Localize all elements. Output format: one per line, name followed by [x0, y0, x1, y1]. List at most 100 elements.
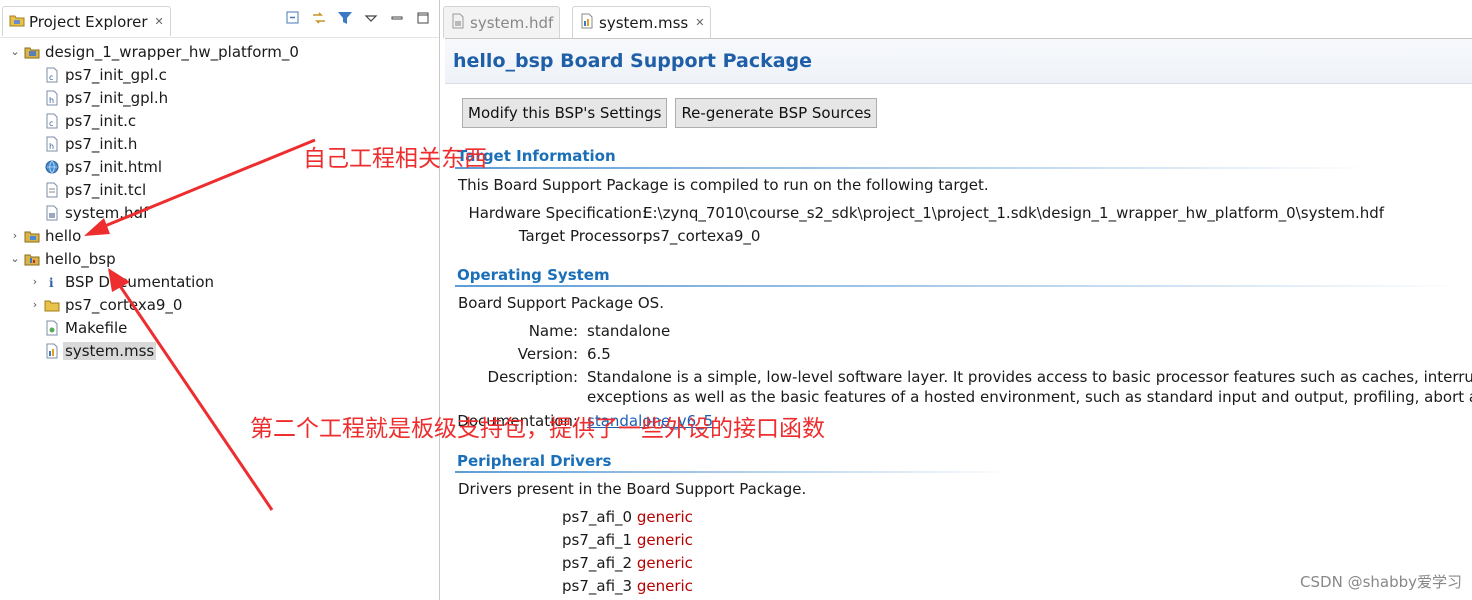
tree-item-label: BSP Documentation — [65, 272, 214, 291]
chevron-right-icon[interactable]: › — [28, 275, 42, 288]
modify-bsp-settings-button[interactable]: Modify this BSP's Settings — [462, 98, 668, 128]
chevron-right-icon[interactable]: › — [8, 229, 22, 242]
annotation-own-project: 自己工程相关东西 — [303, 146, 487, 172]
tree-item-label: ps7_init.tcl — [65, 180, 147, 199]
folder-icon — [44, 297, 60, 313]
section-divider — [455, 471, 1015, 473]
driver-peripheral-name: ps7_afi_0 — [562, 508, 633, 526]
tcl-file-icon — [44, 182, 60, 198]
bsp-actions: Modify this BSP's Settings Re-generate B… — [462, 98, 878, 128]
hw-spec-key: Hardware Specification: — [468, 204, 647, 222]
tree-item-label: Makefile — [65, 318, 128, 337]
tree-item[interactable]: Makefile — [0, 316, 439, 339]
tree-item-label: hello_bsp — [45, 249, 116, 268]
os-name-key: Name: — [528, 322, 578, 340]
hw-spec-value: E:\zynq_7010\course_s2_sdk\project_1\pro… — [643, 204, 1385, 222]
project-explorer-toolbar — [285, 10, 431, 26]
project-explorer-tab[interactable]: Project Explorer ✕ — [2, 6, 171, 36]
close-icon[interactable]: ✕ — [695, 16, 704, 29]
tree-item[interactable]: c ps7_init.c — [0, 109, 439, 132]
close-icon[interactable]: ✕ — [155, 15, 164, 28]
chevron-right-icon[interactable]: › — [28, 298, 42, 311]
hdf-file-icon — [44, 205, 60, 221]
tree-item[interactable]: h ps7_init_gpl.h — [0, 86, 439, 109]
tree-item[interactable]: › hello — [0, 224, 439, 247]
tree-item-label: ps7_init_gpl.h — [65, 88, 169, 107]
regenerate-bsp-sources-button[interactable]: Re-generate BSP Sources — [675, 98, 878, 128]
driver-name[interactable]: generic — [637, 554, 693, 572]
driver-row: ps7_afi_3 generic — [562, 577, 693, 595]
project-explorer-tab-label: Project Explorer — [29, 12, 148, 31]
bsp-project-icon — [24, 251, 40, 267]
tree-item[interactable]: › i BSP Documentation — [0, 270, 439, 293]
tab-label: system.mss — [599, 13, 689, 32]
target-processor-key: Target Processor: — [518, 227, 647, 245]
project-explorer-tabbar: Project Explorer ✕ — [0, 0, 439, 38]
os-name-value: standalone — [587, 322, 671, 340]
svg-text:c: c — [49, 73, 53, 82]
driver-name[interactable]: generic — [637, 531, 693, 549]
tree-item[interactable]: ⌄ design_1_wrapper_hw_platform_0 — [0, 40, 439, 63]
tree-item[interactable]: ps7_init.tcl — [0, 178, 439, 201]
svg-text:h: h — [49, 142, 54, 151]
os-description-line1: Standalone is a simple, low-level softwa… — [587, 368, 1472, 386]
annotation-bsp-explanation: 第二个工程就是板级支持包，提供了一些外设的接口函数 — [250, 416, 825, 442]
mss-file-icon — [44, 343, 60, 359]
tree-item[interactable]: system.hdf — [0, 201, 439, 224]
editor-area: system.hdf system.mss ✕ hello_bsp Board … — [441, 0, 1472, 600]
os-version-value: 6.5 — [587, 345, 611, 363]
os-intro: Board Support Package OS. — [458, 294, 664, 312]
hw-platform-project-icon — [24, 44, 40, 60]
chevron-down-icon[interactable]: ⌄ — [8, 45, 22, 58]
operating-system-heading: Operating System — [457, 266, 610, 284]
application-project-icon — [24, 228, 40, 244]
driver-row: ps7_afi_2 generic — [562, 554, 693, 572]
tree-item[interactable]: system.mss — [0, 339, 439, 362]
driver-peripheral-name: ps7_afi_3 — [562, 577, 633, 595]
tree-item-label: hello — [45, 226, 82, 245]
tree-item-label: ps7_init_gpl.c — [65, 65, 167, 84]
link-with-editor-icon[interactable] — [311, 10, 327, 26]
os-version-key: Version: — [517, 345, 578, 363]
os-description-key: Description: — [487, 368, 578, 386]
tree-item-label: ps7_init.html — [65, 157, 163, 176]
tree-item[interactable]: › ps7_cortexa9_0 — [0, 293, 439, 316]
tree-item[interactable]: c ps7_init_gpl.c — [0, 63, 439, 86]
h-file-icon: h — [44, 136, 60, 152]
tree-item[interactable]: ⌄ hello_bsp — [0, 247, 439, 270]
watermark: CSDN @shabby爱学习 — [1300, 573, 1462, 591]
tree-item-label: design_1_wrapper_hw_platform_0 — [45, 42, 299, 61]
minimize-icon[interactable] — [389, 10, 405, 26]
view-menu-icon[interactable] — [363, 10, 379, 26]
driver-peripheral-name: ps7_afi_2 — [562, 554, 633, 572]
h-file-icon: h — [44, 90, 60, 106]
project-tree: ⌄ design_1_wrapper_hw_platform_0 c ps7_init… — [0, 40, 439, 362]
tree-item-label: ps7_cortexa9_0 — [65, 295, 183, 314]
driver-row: ps7_afi_0 generic — [562, 508, 693, 526]
info-icon: i — [44, 274, 60, 290]
driver-peripheral-name: ps7_afi_1 — [562, 531, 633, 549]
peripheral-drivers-heading: Peripheral Drivers — [457, 452, 612, 470]
driver-name[interactable]: generic — [637, 508, 693, 526]
maximize-icon[interactable] — [415, 10, 431, 26]
driver-name[interactable]: generic — [637, 577, 693, 595]
chevron-down-icon[interactable]: ⌄ — [8, 252, 22, 265]
tab-label: system.hdf — [470, 13, 554, 32]
filter-icon[interactable] — [337, 10, 353, 26]
svg-text:h: h — [49, 96, 54, 105]
c-file-icon: c — [44, 113, 60, 129]
tab-system-mss[interactable]: system.mss ✕ — [572, 6, 712, 38]
tab-system-hdf[interactable]: system.hdf — [443, 6, 561, 38]
bsp-overview-form: hello_bsp Board Support Package Modify t… — [445, 38, 1472, 600]
tree-item-label: system.hdf — [65, 203, 149, 222]
c-file-icon: c — [44, 67, 60, 83]
hdf-file-icon — [450, 13, 466, 33]
collapse-all-icon[interactable] — [285, 10, 301, 26]
svg-text:c: c — [49, 119, 53, 128]
form-title: hello_bsp Board Support Package — [453, 50, 813, 72]
mss-file-icon — [579, 13, 595, 33]
svg-text:i: i — [49, 276, 54, 290]
target-intro: This Board Support Package is compiled t… — [458, 176, 989, 194]
driver-row: ps7_afi_1 generic — [562, 531, 693, 549]
section-divider — [455, 167, 1375, 169]
